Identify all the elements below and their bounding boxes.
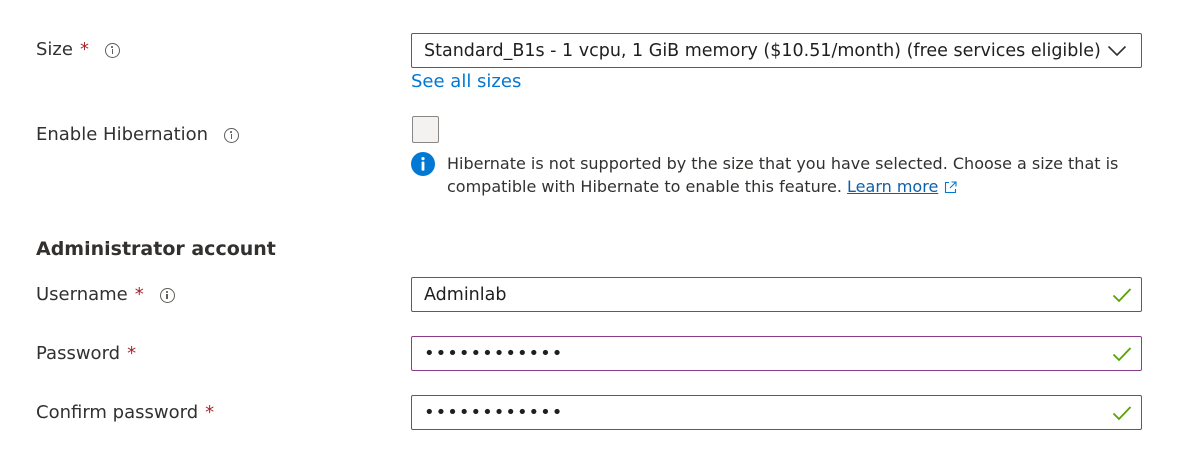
username-value: Adminlab <box>424 284 507 305</box>
info-icon[interactable] <box>224 127 240 143</box>
hibernation-label: Enable Hibernation <box>36 124 209 145</box>
username-field[interactable]: Adminlab <box>411 277 1142 312</box>
confirm-password-label: Confirm password <box>36 402 199 423</box>
required-asterisk: * <box>127 343 137 364</box>
username-label-row: Username * <box>36 283 175 307</box>
password-label: Password <box>36 343 121 364</box>
external-link-icon[interactable] <box>944 181 957 194</box>
enable-hibernation-checkbox[interactable] <box>412 116 439 143</box>
info-icon[interactable] <box>159 287 175 303</box>
required-asterisk: * <box>205 402 215 423</box>
password-field[interactable]: •••••••••••• <box>411 336 1142 371</box>
learn-more-link[interactable]: Learn more <box>847 177 938 196</box>
hibernation-info-message: Hibernate is not supported by the size t… <box>411 152 1131 198</box>
chevron-down-icon <box>1103 41 1131 61</box>
username-label: Username <box>36 284 128 305</box>
confirm-password-field[interactable]: •••••••••••• <box>411 395 1142 430</box>
checkmark-icon <box>1111 285 1133 305</box>
info-filled-icon <box>411 152 435 176</box>
hibernation-info-message-text: Hibernate is not supported by the size t… <box>447 154 1119 196</box>
hibernation-info-text: Hibernate is not supported by the size t… <box>447 152 1131 198</box>
password-value: •••••••••••• <box>424 343 564 364</box>
required-asterisk: * <box>79 39 89 60</box>
checkmark-icon <box>1111 344 1133 364</box>
size-selected-value: Standard_B1s - 1 vcpu, 1 GiB memory ($10… <box>424 40 1101 61</box>
hibernation-label-row: Enable Hibernation <box>36 123 240 147</box>
size-label: Size <box>36 39 73 60</box>
confirm-password-label-row: Confirm password * <box>36 401 214 425</box>
see-all-sizes-link[interactable]: See all sizes <box>411 70 521 94</box>
required-asterisk: * <box>134 284 144 305</box>
size-dropdown[interactable]: Standard_B1s - 1 vcpu, 1 GiB memory ($10… <box>411 33 1142 68</box>
size-label-row: Size * <box>36 38 120 62</box>
password-label-row: Password * <box>36 342 136 366</box>
checkmark-icon <box>1111 403 1133 423</box>
info-icon[interactable] <box>104 42 120 58</box>
confirm-password-value: •••••••••••• <box>424 402 564 423</box>
section-title-administrator-account: Administrator account <box>36 238 276 260</box>
